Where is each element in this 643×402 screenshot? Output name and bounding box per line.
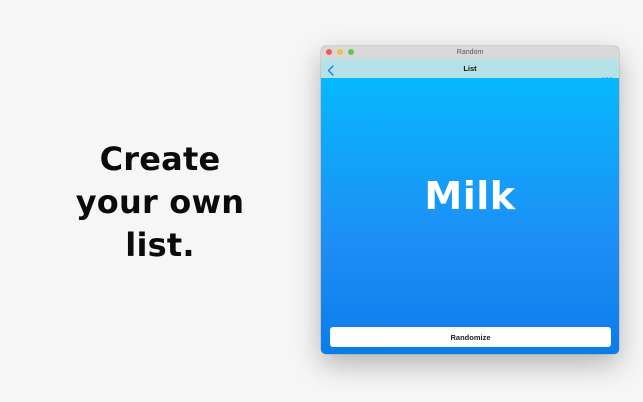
promo-headline: Create your own list. (60, 138, 260, 267)
navigation-bar: List (321, 59, 619, 80)
headline-line-3: list. (125, 226, 195, 264)
nav-title: List (463, 64, 477, 73)
zoom-window-button[interactable] (348, 49, 354, 55)
headline-line-1: Create (99, 140, 221, 178)
app-window: Random List Milk Randomize (321, 46, 619, 354)
headline-line-2: your own (75, 183, 245, 221)
result-panel: Milk Randomize (321, 78, 619, 354)
minimize-window-button[interactable] (337, 49, 343, 55)
window-title: Random (456, 49, 484, 56)
more-options-button[interactable] (602, 67, 612, 80)
random-item-text: Milk (424, 174, 516, 218)
close-window-button[interactable] (326, 49, 332, 55)
title-bar[interactable]: Random (321, 46, 619, 59)
randomize-button[interactable]: Randomize (330, 327, 611, 347)
